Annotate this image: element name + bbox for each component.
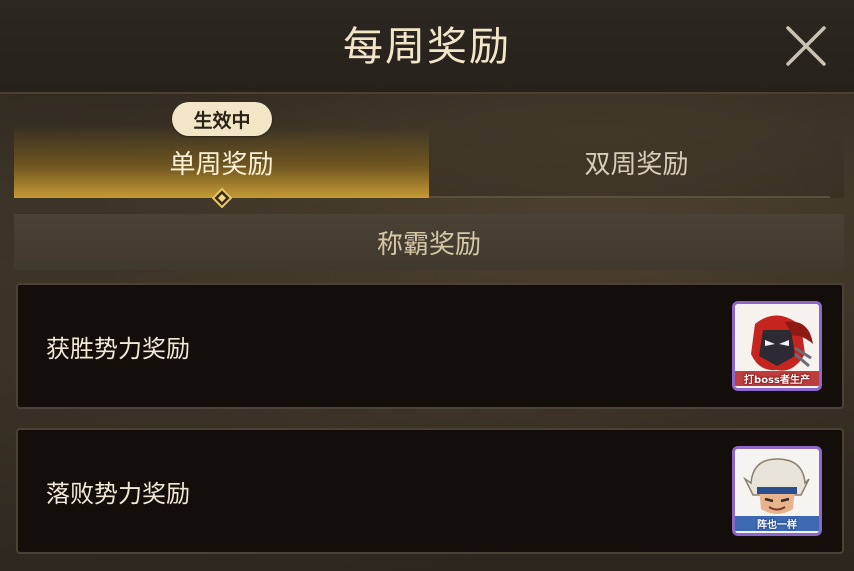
reward-row-winner: 获胜势力奖励 打boss者生产 — [16, 283, 844, 409]
close-button[interactable] — [782, 22, 830, 70]
reward-label: 落败势力奖励 — [46, 479, 190, 508]
tab-label: 单周奖励 — [169, 149, 274, 180]
page-title: 每周奖励 — [343, 24, 511, 70]
section-title: 称霸奖励 — [376, 229, 481, 260]
active-status-badge: 生效中 — [172, 102, 272, 136]
reward-row-loser: 落败势力奖励 阵也一样 — [16, 428, 844, 554]
tab-divider — [429, 196, 830, 198]
section-header: 称霸奖励 — [14, 214, 844, 270]
reward-item-button[interactable]: 阵也一样 — [732, 446, 822, 536]
reward-icon-caption: 阵也一样 — [735, 516, 819, 531]
reward-item-button[interactable]: 打boss者生产 — [732, 301, 822, 391]
dialog-header: 每周奖励 — [0, 0, 854, 94]
reward-tabs: 单周奖励 双周奖励 — [14, 126, 844, 198]
reward-label: 获胜势力奖励 — [46, 334, 190, 363]
tab-label: 双周奖励 — [584, 149, 689, 180]
tab-double-week[interactable]: 双周奖励 — [429, 126, 844, 198]
close-icon — [786, 26, 826, 66]
reward-icon-caption: 打boss者生产 — [735, 371, 819, 386]
diamond-marker-icon — [212, 188, 232, 208]
